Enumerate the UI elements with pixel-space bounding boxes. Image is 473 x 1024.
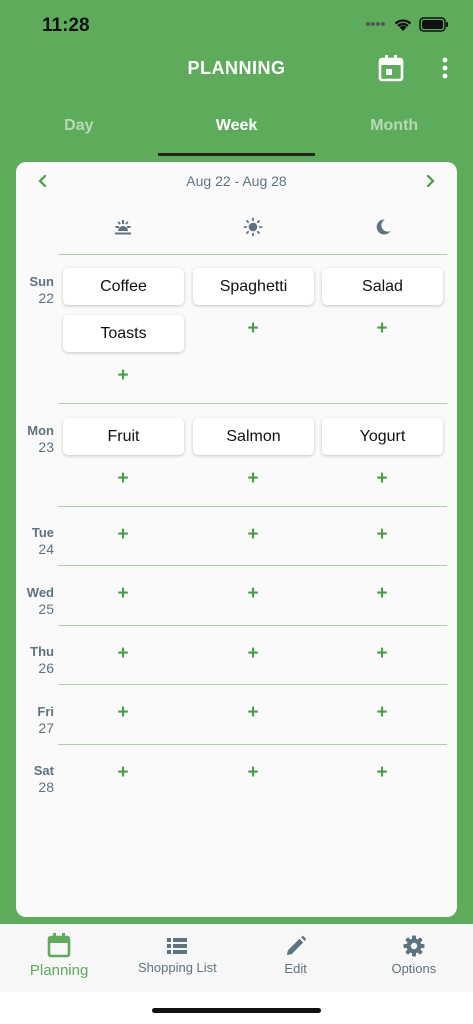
add-meal-tue-dinner[interactable]: +: [370, 523, 394, 547]
signal-icon: [366, 22, 385, 26]
day-name: Fri: [37, 704, 54, 719]
nav-label: Shopping List: [137, 960, 217, 975]
pencil-icon: [286, 935, 306, 955]
add-meal-sun-lunch[interactable]: +: [241, 317, 265, 341]
add-meal-sun-breakfast[interactable]: +: [111, 364, 135, 388]
day-name: Sun: [29, 274, 54, 289]
day-number: 25: [38, 601, 54, 617]
home-indicator-area: [0, 992, 473, 1024]
meal-item-mon-breakfast[interactable]: Fruit: [63, 418, 184, 455]
meal-time-header: [58, 212, 448, 242]
bottom-navigation: Planning Shopping List Edit Options: [0, 924, 473, 992]
add-meal-sun-dinner[interactable]: +: [370, 317, 394, 341]
day-label-fri: Fri 27: [16, 704, 54, 736]
nav-shopping-list[interactable]: Shopping List: [118, 924, 236, 992]
day-number: 27: [38, 720, 54, 736]
add-meal-fri-lunch[interactable]: +: [241, 701, 265, 725]
gear-icon: [403, 935, 425, 957]
add-meal-wed-dinner[interactable]: +: [370, 582, 394, 606]
day-name: Sat: [33, 763, 54, 778]
status-icons: [365, 16, 449, 32]
day-name: Thu: [30, 644, 54, 659]
day-label-sat: Sat 28: [16, 763, 54, 795]
divider: [58, 506, 447, 507]
divider: [58, 565, 447, 566]
day-number: 22: [38, 290, 54, 306]
week-navigator: Aug 22 - Aug 28: [16, 162, 457, 200]
sun-icon: [243, 217, 263, 237]
day-number: 26: [38, 660, 54, 676]
nav-options[interactable]: Options: [355, 924, 473, 992]
nav-label: Planning: [29, 962, 89, 979]
add-meal-wed-breakfast[interactable]: +: [111, 582, 135, 606]
add-meal-mon-dinner[interactable]: +: [370, 467, 394, 491]
breakfast-column: [58, 212, 188, 242]
divider: [58, 403, 447, 404]
meal-item-mon-dinner[interactable]: Yogurt: [322, 418, 443, 455]
lunch-column: [188, 212, 318, 242]
meal-item-sun-breakfast-2[interactable]: Toasts: [63, 315, 184, 352]
day-label-tue: Tue 24: [16, 525, 54, 557]
add-meal-thu-lunch[interactable]: +: [241, 642, 265, 666]
meal-item-mon-lunch[interactable]: Salmon: [193, 418, 314, 455]
list-icon: [167, 938, 188, 954]
more-menu-button[interactable]: [436, 56, 454, 82]
day-label-sun: Sun 22: [16, 274, 54, 306]
nav-label: Edit: [284, 961, 307, 976]
day-number: 24: [38, 541, 54, 557]
app-header: PLANNING: [0, 48, 473, 90]
meal-item-sun-dinner[interactable]: Salad: [322, 268, 443, 305]
calendar-icon: [378, 55, 404, 82]
day-number: 23: [38, 439, 54, 455]
week-range-label: Aug 22 - Aug 28: [186, 173, 287, 189]
add-meal-thu-breakfast[interactable]: +: [111, 642, 135, 666]
nav-edit[interactable]: Edit: [237, 924, 355, 992]
add-meal-sat-breakfast[interactable]: +: [111, 761, 135, 785]
divider: [58, 684, 447, 685]
moon-icon: [376, 219, 391, 235]
day-label-wed: Wed 25: [16, 585, 54, 617]
more-vertical-icon: [442, 57, 448, 79]
day-number: 28: [38, 779, 54, 795]
next-week-button[interactable]: [421, 172, 439, 190]
nav-planning[interactable]: Planning: [0, 924, 118, 992]
tab-month[interactable]: Month: [315, 100, 473, 156]
meal-item-sun-breakfast[interactable]: Coffee: [63, 268, 184, 305]
add-meal-sat-lunch[interactable]: +: [241, 761, 265, 785]
add-meal-tue-lunch[interactable]: +: [241, 523, 265, 547]
battery-icon: [419, 16, 448, 32]
view-tabs: Day Week Month: [0, 100, 473, 156]
week-planner-card: Aug 22 - Aug 28 Sun 22 Coffee Spaghetti …: [16, 162, 457, 917]
calendar-icon: [47, 933, 71, 958]
add-meal-wed-lunch[interactable]: +: [241, 582, 265, 606]
add-meal-sat-dinner[interactable]: +: [370, 761, 394, 785]
add-meal-tue-breakfast[interactable]: +: [111, 523, 135, 547]
status-time: 11:28: [42, 15, 90, 36]
sunrise-icon: [115, 220, 131, 235]
wifi-icon: [394, 19, 412, 31]
chevron-right-icon: [426, 174, 435, 188]
divider: [58, 254, 447, 255]
status-bar: 11:28: [0, 0, 473, 52]
divider: [58, 625, 447, 626]
day-name: Tue: [31, 525, 54, 540]
day-name: Mon: [27, 423, 54, 438]
calendar-button[interactable]: [378, 54, 404, 82]
meal-item-sun-lunch[interactable]: Spaghetti: [193, 268, 314, 305]
day-label-mon: Mon 23: [16, 423, 54, 455]
add-meal-fri-dinner[interactable]: +: [370, 701, 394, 725]
dinner-column: [318, 212, 448, 242]
home-indicator[interactable]: [152, 1008, 321, 1013]
add-meal-mon-lunch[interactable]: +: [241, 467, 265, 491]
divider: [58, 744, 447, 745]
day-name: Wed: [26, 585, 54, 600]
nav-label: Options: [391, 961, 437, 976]
add-meal-mon-breakfast[interactable]: +: [111, 467, 135, 491]
day-label-thu: Thu 26: [16, 644, 54, 676]
add-meal-fri-breakfast[interactable]: +: [111, 701, 135, 725]
tab-day[interactable]: Day: [0, 100, 158, 156]
add-meal-thu-dinner[interactable]: +: [370, 642, 394, 666]
tab-week[interactable]: Week: [157, 100, 316, 156]
